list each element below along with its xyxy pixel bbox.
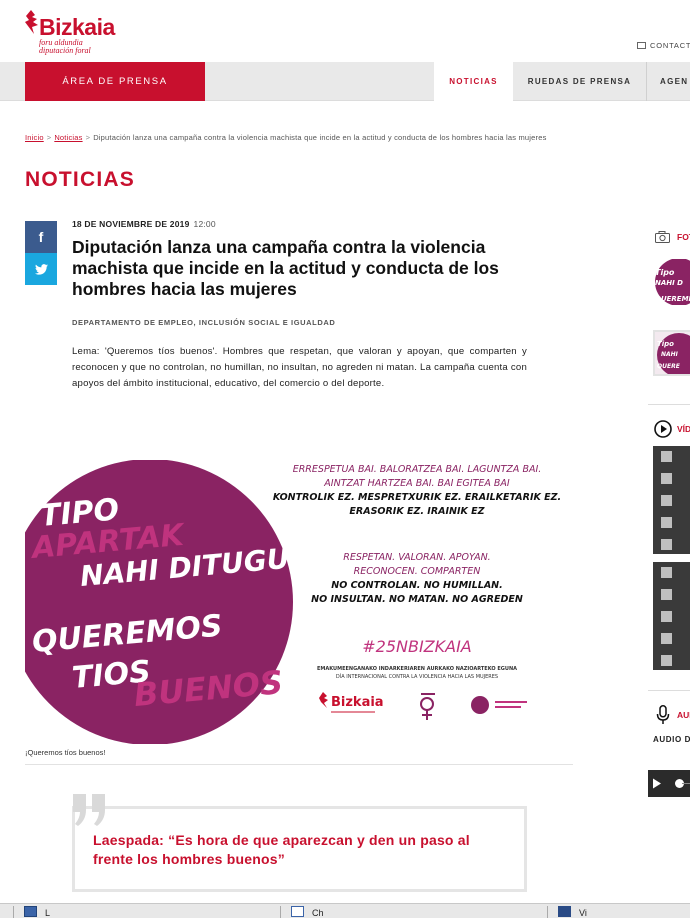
campaign-poster: TIPO APARTAK NAHI DITUGU QUEREMOS TIOS B…: [25, 460, 561, 744]
photo-thumbnail-2[interactable]: Tipo NAHI QUERE: [653, 330, 690, 376]
bizkaia-logo[interactable]: Bizkaia foru aldundia diputación foral: [25, 10, 135, 56]
basque-line-4: ERASORIK EZ. IRAINIK EZ: [349, 506, 485, 517]
campaign-bizkaia-logo: Bizkaia: [319, 692, 384, 713]
window-icon: [24, 906, 37, 917]
document-icon: [291, 906, 304, 917]
envelope-icon: [637, 42, 646, 49]
svg-text:NAHI: NAHI: [661, 351, 679, 358]
svg-text:QUERE: QUERE: [657, 363, 681, 370]
sidebar-divider: [648, 404, 690, 405]
tab-ruedas-de-prensa[interactable]: RUEDAS DE PRENSA: [513, 62, 646, 101]
breadcrumb-current: Diputación lanza una campaña contra la v…: [93, 133, 547, 142]
svg-text:Tipo: Tipo: [657, 340, 674, 348]
basque-line-3: KONTROLIK EZ. MESPRETXURIK EZ. ERAILKETA…: [273, 492, 561, 503]
campaign-day-es: DÍA INTERNACIONAL CONTRA LA VIOLENCIA HA…: [336, 673, 498, 680]
tab-noticias[interactable]: NOTICIAS: [434, 62, 513, 101]
svg-text:Tipo: Tipo: [655, 268, 675, 277]
site-header: Bizkaia foru aldundia diputación foral CO…: [0, 0, 690, 62]
grid-icon: [558, 906, 571, 917]
breadcrumb-separator: >: [46, 133, 52, 142]
basque-line-2: AINTZAT HARTZEA BAI. BAI EGITEA BAI: [323, 478, 510, 489]
svg-text:Bizkaia: Bizkaia: [331, 695, 384, 710]
play-circle-icon: [654, 420, 672, 438]
audio-label[interactable]: AUD: [677, 710, 690, 720]
spanish-line-3: NO CONTROLAN. NO HUMILLAN.: [331, 580, 502, 591]
logo-wordmark: Bizkaia: [39, 14, 115, 40]
photo-thumbnail-1[interactable]: Tipo NAHI D QUEREME: [653, 259, 690, 305]
camera-icon: [655, 231, 670, 243]
video-thumbnail-2[interactable]: [653, 562, 690, 670]
article-date: 18 DE NOVIEMBRE DE 2019 12:00: [72, 219, 216, 229]
play-icon[interactable]: [652, 778, 662, 789]
spanish-line-2: RECONOCEN. COMPARTEN: [354, 566, 481, 577]
spanish-line-4: NO INSULTAN. NO MATAN. NO AGREDEN: [311, 594, 523, 605]
taskbar: L Ch Vi: [0, 903, 690, 918]
sidebar-divider: [648, 690, 690, 691]
emakunde-logo: [471, 696, 527, 714]
article-department: DEPARTAMENTO DE EMPLEO, INCLUSIÓN SOCIAL…: [72, 318, 336, 327]
taskbar-item-1[interactable]: L: [13, 906, 279, 918]
audio-title: AUDIO D: [653, 735, 690, 744]
spanish-line-1: RESPETAN. VALORAN. APOYAN.: [343, 552, 490, 563]
article-lead: Lema: 'Queremos tíos buenos'. Hombres qu…: [72, 346, 527, 389]
basque-line-1: ERRESPETUA BAI. BALORATZEA BAI. LAGUNTZA…: [293, 464, 542, 475]
breadcrumb: Inicio > Noticias > Diputación lanza una cam…: [25, 133, 547, 142]
breadcrumb-inicio[interactable]: Inicio: [25, 133, 44, 142]
campaign-hashtag: #25NBIZKAIA: [362, 637, 472, 656]
caption-divider: [25, 764, 573, 765]
svg-text:NAHI D: NAHI D: [655, 279, 683, 287]
photos-label[interactable]: FOT: [677, 232, 690, 242]
image-caption: ¡Queremos tíos buenos!: [25, 748, 106, 757]
twitter-share-button[interactable]: [25, 253, 57, 285]
logo-subtitle: foru aldundia diputación foral: [39, 38, 91, 55]
video-thumbnail-1[interactable]: [653, 446, 690, 554]
taskbar-item-2[interactable]: Ch: [280, 906, 546, 918]
page-title: NOTICIAS: [25, 168, 135, 191]
facebook-share-button[interactable]: f: [25, 221, 57, 253]
campaign-image[interactable]: TIPO APARTAK NAHI DITUGU QUEREMOS TIOS B…: [25, 460, 573, 744]
quote-mark-icon: [73, 794, 105, 826]
audio-seek-track[interactable]: [682, 783, 690, 784]
videos-label[interactable]: VÍD: [677, 424, 690, 434]
contact-link[interactable]: CONTACT: [637, 41, 690, 50]
main-nav: ÁREA DE PRENSA NOTICIAS RUEDAS DE PRENSA…: [0, 62, 690, 101]
audio-player: [648, 770, 690, 797]
quote-text: Laespada: “Es hora de que aparezcan y de…: [93, 832, 470, 867]
campaign-day-eu: EMAKUMEENGANAKO INDARKERIAREN AURKAKO NA…: [317, 666, 517, 672]
gender-symbol-icon: [420, 693, 435, 720]
breadcrumb-noticias[interactable]: Noticias: [54, 133, 82, 142]
twitter-icon: [34, 263, 48, 275]
svg-text:QUEREME: QUEREME: [655, 295, 690, 303]
article-headline: Diputación lanza una campaña contra la v…: [72, 237, 499, 299]
area-prensa-button[interactable]: ÁREA DE PRENSA: [25, 62, 205, 101]
facebook-icon: f: [38, 229, 44, 245]
microphone-icon: [656, 705, 670, 724]
taskbar-item-3[interactable]: Vi: [547, 906, 690, 918]
article-time: 12:00: [193, 219, 216, 229]
breadcrumb-separator: >: [85, 133, 91, 142]
tab-agenda[interactable]: AGEN: [646, 62, 690, 101]
